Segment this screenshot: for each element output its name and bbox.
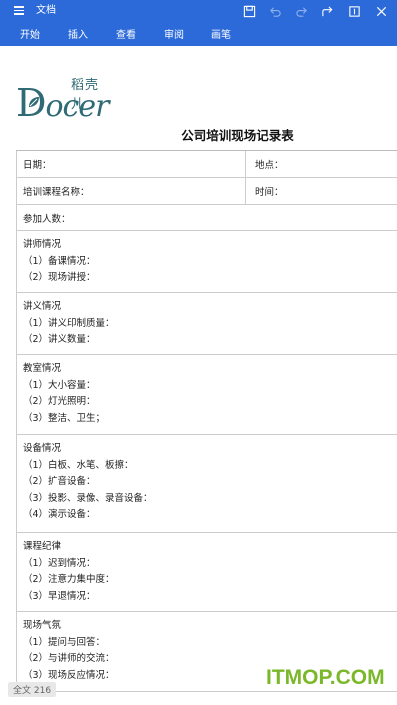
- form-title: 公司培训现场记录表: [181, 128, 294, 143]
- section-discipline: 课程纪律 （1）迟到情况： （2）注意力集中度： （3）早退情况：: [16, 533, 397, 612]
- section-item: （1）大小容量：: [23, 379, 96, 391]
- undo-icon[interactable]: [268, 4, 282, 18]
- section-item: （2）现场讲授：: [23, 272, 96, 283]
- tab-start[interactable]: 开始: [20, 29, 40, 43]
- section-heading: 设备情况: [23, 443, 62, 454]
- section-item: （4）演示设备：: [23, 509, 96, 520]
- section-item: （1）白板、水笔、板擦：: [23, 459, 134, 471]
- section-item: （1）提问与回答：: [23, 636, 106, 648]
- course-label: 培训课程名称：: [23, 187, 90, 198]
- tab-insert[interactable]: 插入: [68, 29, 88, 43]
- date-label: 日期：: [23, 160, 52, 171]
- watermark: ITMOP.COM: [266, 666, 385, 689]
- section-classroom: 教室情况 （1）大小容量： （2）灯光照明： （3）整洁、卫生；: [16, 355, 397, 435]
- redo-icon[interactable]: [294, 4, 308, 18]
- save-icon[interactable]: [242, 4, 256, 18]
- share-icon[interactable]: [320, 4, 334, 18]
- section-heading: 教室情况: [23, 363, 62, 374]
- section-item: （1）备课情况：: [23, 255, 96, 267]
- section-item: （3）整洁、卫生；: [23, 412, 106, 424]
- word-count-badge: 全文 216: [8, 682, 57, 697]
- section-item: （2）注意力集中度：: [23, 574, 115, 585]
- section-item: （3）早退情况：: [23, 590, 96, 602]
- section-heading: 讲义情况: [23, 301, 62, 312]
- tab-view[interactable]: 查看: [116, 29, 136, 43]
- section-heading: 现场气氛: [23, 620, 62, 631]
- tab-review[interactable]: 审阅: [164, 29, 184, 43]
- section-heading: 课程纪律: [23, 541, 62, 552]
- date-place-row: 日期： 地点：: [16, 151, 397, 178]
- section-item: （1）迟到情况：: [23, 557, 96, 569]
- section-item: （1）讲义印制质量：: [23, 317, 115, 329]
- place-label: 地点：: [255, 160, 284, 171]
- record-table: 日期： 地点： 培训课程名称： 时间： 参加人数： 讲师情况 （1）备课情况： …: [16, 150, 397, 692]
- section-heading: 讲师情况: [23, 239, 62, 250]
- cell-divider: [245, 178, 246, 204]
- course-time-row: 培训课程名称： 时间：: [16, 178, 397, 205]
- ribbon-tabs: 开始 插入 查看 审阅 画笔: [0, 26, 397, 46]
- menu-icon[interactable]: [14, 4, 28, 18]
- time-label: 时间：: [255, 187, 284, 198]
- section-item: （2）讲义数量：: [23, 334, 96, 345]
- section-equipment: 设备情况 （1）白板、水笔、板擦： （2）扩音设备： （3）投影、录像、录音设备…: [16, 435, 397, 533]
- fullscreen-icon[interactable]: [347, 4, 361, 18]
- section-item: （3）投影、录像、录音设备：: [23, 492, 153, 504]
- section-handouts: 讲义情况 （1）讲义印制质量： （2）讲义数量：: [16, 293, 397, 355]
- attendees-row: 参加人数：: [16, 205, 397, 231]
- document-title: 文档: [36, 5, 56, 16]
- section-lecturer: 讲师情况 （1）备课情况： （2）现场讲授：: [16, 231, 397, 293]
- section-item: （2）扩音设备：: [23, 476, 96, 487]
- leaf-icon: [29, 97, 39, 107]
- section-item: （2）灯光照明：: [23, 396, 96, 407]
- tab-pen[interactable]: 画笔: [211, 29, 231, 43]
- cell-divider: [245, 151, 246, 177]
- title-row: 文档: [0, 0, 397, 24]
- app-toolbar: 文档 开始 插入 查看 审阅 画笔: [0, 0, 397, 46]
- close-icon[interactable]: [374, 4, 388, 18]
- docer-logo: 稻壳儿 Docer: [16, 74, 112, 124]
- attendees-label: 参加人数：: [23, 213, 71, 225]
